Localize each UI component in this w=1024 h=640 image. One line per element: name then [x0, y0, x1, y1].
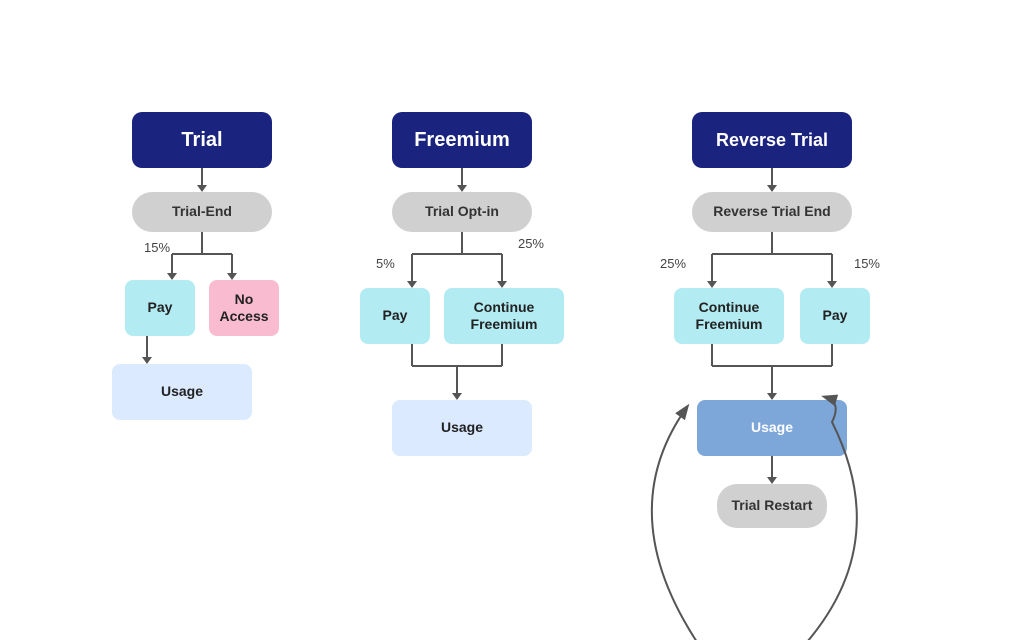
trial-column: Trial Trial-End 15% Pay No Access — [112, 112, 292, 420]
rt-pct-pay: 15% — [854, 256, 880, 271]
trial-no-access-box: No Access — [209, 280, 279, 336]
rt-pay-box: Pay — [800, 288, 870, 344]
freemium-column: Freemium Trial Opt-in 5% 25% Pay Continu… — [352, 112, 572, 456]
freemium-trial-optin-box: Trial Opt-in — [392, 192, 532, 232]
trial-pay-box: Pay — [125, 280, 195, 336]
reverse-trial-end-box: Reverse Trial End — [692, 192, 852, 232]
trial-pct-label: 15% — [144, 240, 170, 255]
freemium-options-row: Pay Continue Freemium — [360, 288, 564, 344]
trial-end-box: Trial-End — [132, 192, 272, 232]
diagram-container: Trial Trial-End 15% Pay No Access — [0, 82, 1024, 558]
freemium-continue-box: Continue Freemium — [444, 288, 564, 344]
freemium-title: Freemium — [392, 112, 532, 168]
freemium-pay-box: Pay — [360, 288, 430, 344]
rt-options-row: Continue Freemium Pay — [652, 288, 892, 344]
rt-pct-continue: 25% — [660, 256, 686, 271]
rt-trial-restart-box: Trial Restart — [717, 484, 827, 528]
rt-usage-box: Usage — [697, 400, 847, 456]
freemium-pct-continue: 25% — [518, 236, 544, 251]
trial-title: Trial — [132, 112, 272, 168]
rt-continue-box: Continue Freemium — [674, 288, 784, 344]
trial-pay-row: Pay No Access — [125, 280, 279, 336]
trial-usage-box: Usage — [112, 364, 252, 420]
freemium-usage-box: Usage — [392, 400, 532, 456]
reverse-trial-column: Reverse Trial Reverse Trial End 25% 15% … — [632, 112, 912, 528]
freemium-pct-pay: 5% — [376, 256, 395, 271]
reverse-trial-title: Reverse Trial — [692, 112, 852, 168]
